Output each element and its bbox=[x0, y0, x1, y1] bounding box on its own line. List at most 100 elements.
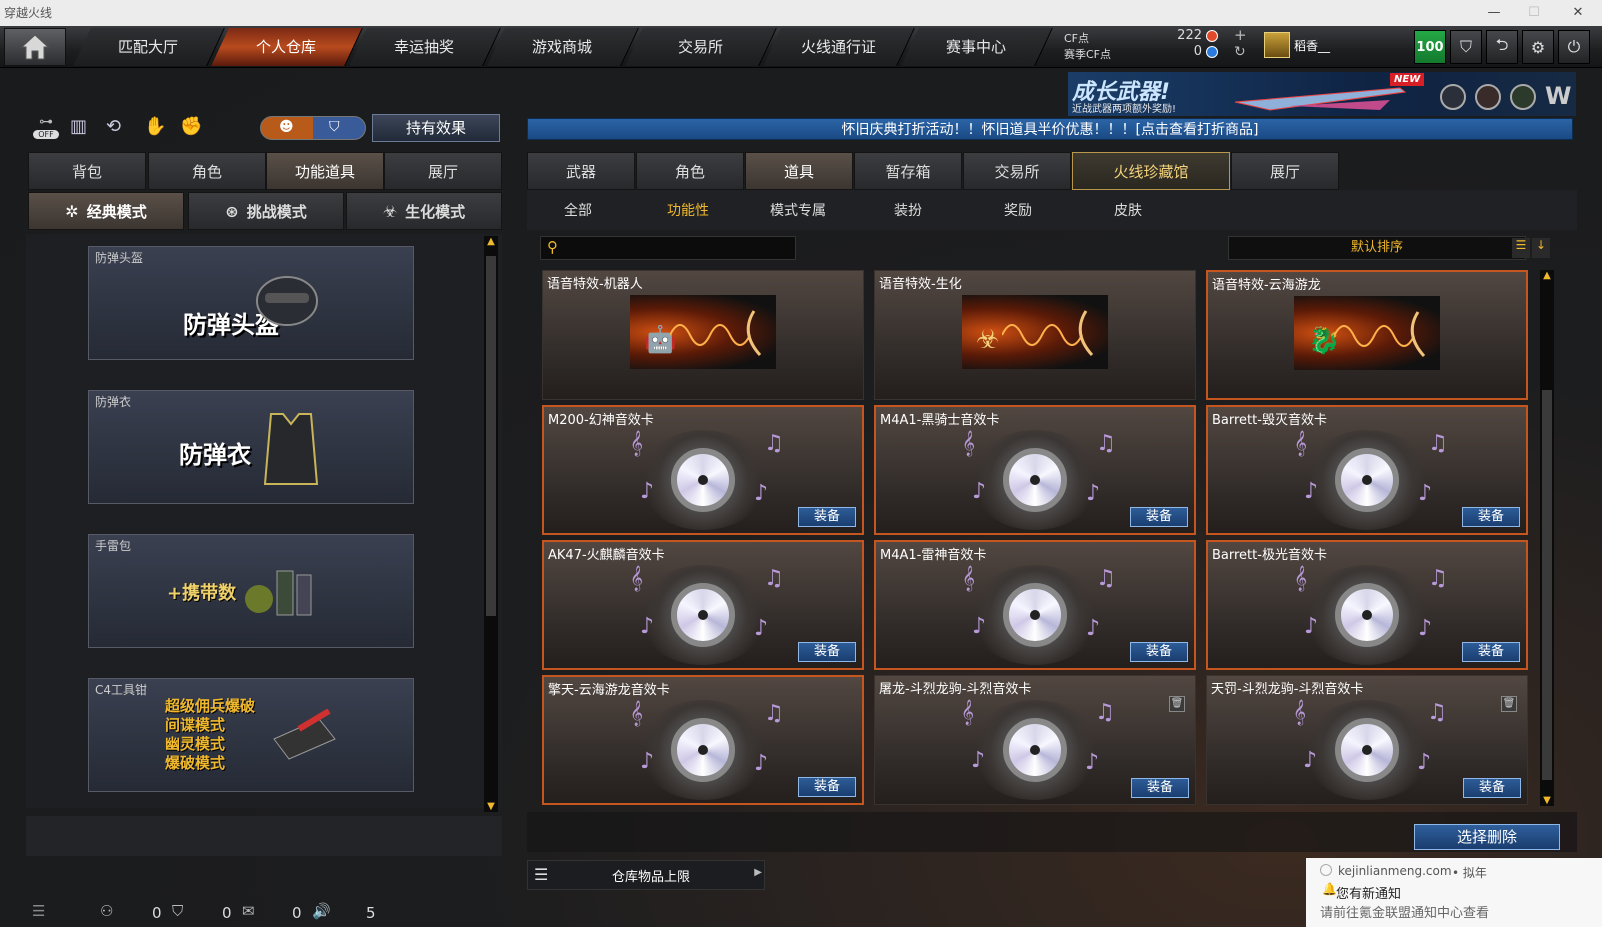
emblem-1-icon[interactable] bbox=[1440, 84, 1466, 110]
right-tab[interactable]: 角色 bbox=[636, 152, 744, 190]
equip-button[interactable]: 装备 bbox=[1130, 642, 1188, 662]
item-card[interactable]: 🤖 语音特效-机器人 bbox=[542, 270, 864, 400]
history-icon[interactable]: ⟲ bbox=[106, 116, 121, 137]
home-button[interactable] bbox=[4, 28, 66, 66]
right-scrollbar[interactable]: ▲ ▼ bbox=[1540, 270, 1554, 806]
right-tab[interactable]: 道具 bbox=[745, 152, 853, 190]
level-badge[interactable]: 100 bbox=[1414, 30, 1446, 64]
player-name[interactable]: 稻香__ bbox=[1294, 37, 1330, 54]
search-box[interactable]: ⚲ bbox=[540, 236, 796, 260]
sort-direction-icon[interactable]: ↓ bbox=[1532, 238, 1550, 258]
soldier-toggle[interactable]: ☻ ⛉ bbox=[260, 116, 366, 140]
shield-icon[interactable]: ⛉ bbox=[1450, 30, 1482, 64]
left-tab[interactable]: 展厅 bbox=[384, 152, 502, 190]
mode-tab[interactable]: ⊛ 挑战模式 bbox=[188, 192, 344, 230]
c4-card[interactable]: C4工具钳 超级佣兵爆破 间谍模式 幽灵模式 爆破模式 bbox=[88, 678, 414, 792]
item-card[interactable]: 𝄞 ♫ ♪ ♪ 装备 擎天-云海游龙音效卡 bbox=[542, 675, 864, 805]
nav-tab[interactable]: 赛事中心 bbox=[901, 28, 1053, 66]
subtab[interactable]: 皮肤 bbox=[1082, 198, 1174, 224]
scroll-up-icon[interactable]: ▲ bbox=[484, 236, 498, 247]
left-tab[interactable]: 背包 bbox=[28, 152, 146, 190]
gear-icon[interactable]: ⚙ bbox=[1522, 30, 1554, 64]
sort-dropdown[interactable]: 默认排序 bbox=[1228, 236, 1526, 260]
trash-icon[interactable]: 🗑 bbox=[1501, 696, 1517, 712]
promo-ticker[interactable]: 怀旧庆典打折活动！！怀旧道具半价优惠！！！[点击查看打折商品] bbox=[527, 118, 1573, 140]
refresh-icon[interactable]: ↻ bbox=[1234, 44, 1246, 60]
mode-tab[interactable]: ☣ 生化模式 bbox=[346, 192, 502, 230]
volume-icon[interactable]: 🔊 bbox=[312, 902, 331, 920]
chat-icon[interactable]: ✉ bbox=[242, 902, 255, 920]
trash-icon[interactable]: 🗑 bbox=[1169, 696, 1185, 712]
item-card[interactable]: 𝄞 ♫ ♪ ♪ 装备 M200-幻神音效卡 bbox=[542, 405, 864, 535]
maximize-icon[interactable]: ☐ bbox=[1514, 0, 1554, 26]
equip-button[interactable]: 装备 bbox=[1462, 642, 1520, 662]
vest-card[interactable]: 防弹衣 防弹衣 bbox=[88, 390, 414, 504]
item-card[interactable]: 𝄞 ♫ ♪ ♪ 装备 M4A1-黑骑士音效卡 bbox=[874, 405, 1196, 535]
scroll-down-icon[interactable]: ▼ bbox=[484, 801, 498, 812]
search-input[interactable] bbox=[567, 239, 789, 257]
menu-icon[interactable]: ☰ bbox=[32, 902, 45, 920]
emblem-3-icon[interactable] bbox=[1510, 84, 1536, 110]
left-tab[interactable]: 角色 bbox=[148, 152, 266, 190]
nav-tab[interactable]: 交易所 bbox=[625, 28, 777, 66]
item-card[interactable]: ☣ 语音特效-生化 bbox=[874, 270, 1196, 400]
podium-icon[interactable]: ▥ bbox=[70, 116, 87, 137]
subtab[interactable]: 功能性 bbox=[642, 198, 734, 224]
equip-button[interactable]: 装备 bbox=[798, 642, 856, 662]
hand-icon[interactable]: ✋ bbox=[144, 116, 166, 137]
nav-tab[interactable]: 火线通行证 bbox=[763, 28, 915, 66]
equip-button[interactable]: 装备 bbox=[1131, 778, 1189, 798]
subtab[interactable]: 装扮 bbox=[862, 198, 954, 224]
equip-button[interactable]: 装备 bbox=[1463, 778, 1521, 798]
nav-tab[interactable]: 个人仓库 bbox=[211, 28, 363, 66]
item-card[interactable]: 𝄞 ♫ ♪ ♪ 装备 Barrett-毁灭音效卡 bbox=[1206, 405, 1528, 535]
off-toggle[interactable]: ⊶ OFF bbox=[30, 114, 62, 142]
right-tab[interactable]: 武器 bbox=[527, 152, 635, 190]
item-card[interactable]: 𝄞 ♫ ♪ ♪ 装备 Barrett-极光音效卡 bbox=[1206, 540, 1528, 670]
list-view-icon[interactable]: ☰ bbox=[1512, 238, 1530, 258]
emblem-2-icon[interactable] bbox=[1475, 84, 1501, 110]
helmet-card[interactable]: 防弹头盔 防弹头盔 bbox=[88, 246, 414, 360]
effects-button[interactable]: 持有效果 bbox=[372, 114, 500, 142]
nav-tab[interactable]: 幸运抽奖 bbox=[349, 28, 501, 66]
scroll-thumb[interactable] bbox=[486, 256, 496, 616]
equip-button[interactable]: 装备 bbox=[1462, 507, 1520, 527]
mode-tab[interactable]: ✲ 经典模式 bbox=[28, 192, 184, 230]
emblem-4-icon[interactable]: W bbox=[1545, 82, 1571, 110]
scroll-down-icon[interactable]: ▼ bbox=[1540, 795, 1554, 806]
subtab[interactable]: 模式专属 bbox=[752, 198, 844, 224]
right-tab[interactable]: 暂存箱 bbox=[854, 152, 962, 190]
left-tab[interactable]: 功能道具 bbox=[266, 152, 384, 190]
subtab[interactable]: 全部 bbox=[532, 198, 624, 224]
item-card[interactable]: 𝄞 ♫ ♪ ♪ 🗑 装备 天罚-斗烈龙驹-斗烈音效卡 bbox=[1206, 675, 1528, 805]
nav-tab[interactable]: 匹配大厅 bbox=[73, 28, 225, 66]
select-delete-button[interactable]: 选择删除 bbox=[1414, 824, 1560, 850]
equip-button[interactable]: 装备 bbox=[798, 507, 856, 527]
subtab[interactable]: 奖励 bbox=[972, 198, 1064, 224]
equip-button[interactable]: 装备 bbox=[798, 777, 856, 797]
expand-arrow-icon[interactable]: ▶ bbox=[754, 867, 762, 878]
clan-icon[interactable]: ⛉ bbox=[172, 902, 183, 920]
add-cf-icon[interactable]: + bbox=[1234, 26, 1247, 44]
nav-tab[interactable]: 游戏商城 bbox=[487, 28, 639, 66]
friends-icon[interactable]: ⚇ bbox=[100, 902, 113, 920]
equip-button[interactable]: 装备 bbox=[1130, 507, 1188, 527]
notification-popup[interactable]: kejinlianmeng.com • 拟年 🔔 您有新通知 请前往氪金联盟通知… bbox=[1306, 858, 1602, 927]
scroll-thumb[interactable] bbox=[1542, 390, 1552, 780]
right-tab[interactable]: 交易所 bbox=[963, 152, 1071, 190]
item-card[interactable]: 🐉 语音特效-云海游龙 bbox=[1206, 270, 1528, 400]
minimize-icon[interactable]: — bbox=[1474, 0, 1514, 26]
close-icon[interactable]: ✕ bbox=[1558, 0, 1598, 26]
right-tab[interactable]: 火线珍藏馆 bbox=[1072, 152, 1230, 190]
scroll-up-icon[interactable]: ▲ bbox=[1540, 270, 1554, 281]
left-scrollbar[interactable]: ▲ ▼ bbox=[484, 236, 498, 812]
glove-icon[interactable]: ✊ bbox=[180, 116, 202, 137]
storage-limit-bar[interactable]: ☰ 仓库物品上限 ▶ bbox=[527, 860, 765, 890]
return-icon[interactable]: ⮌ bbox=[1486, 30, 1518, 64]
item-card[interactable]: 𝄞 ♫ ♪ ♪ 🗑 装备 屠龙-斗烈龙驹-斗烈音效卡 bbox=[874, 675, 1196, 805]
item-card[interactable]: 𝄞 ♫ ♪ ♪ 装备 AK47-火麒麟音效卡 bbox=[542, 540, 864, 670]
item-card[interactable]: 𝄞 ♫ ♪ ♪ 装备 M4A1-雷神音效卡 bbox=[874, 540, 1196, 670]
power-icon[interactable]: ⏻ bbox=[1558, 30, 1590, 64]
right-tab[interactable]: 展厅 bbox=[1231, 152, 1339, 190]
grenade-card[interactable]: 手雷包 +携带数 bbox=[88, 534, 414, 648]
